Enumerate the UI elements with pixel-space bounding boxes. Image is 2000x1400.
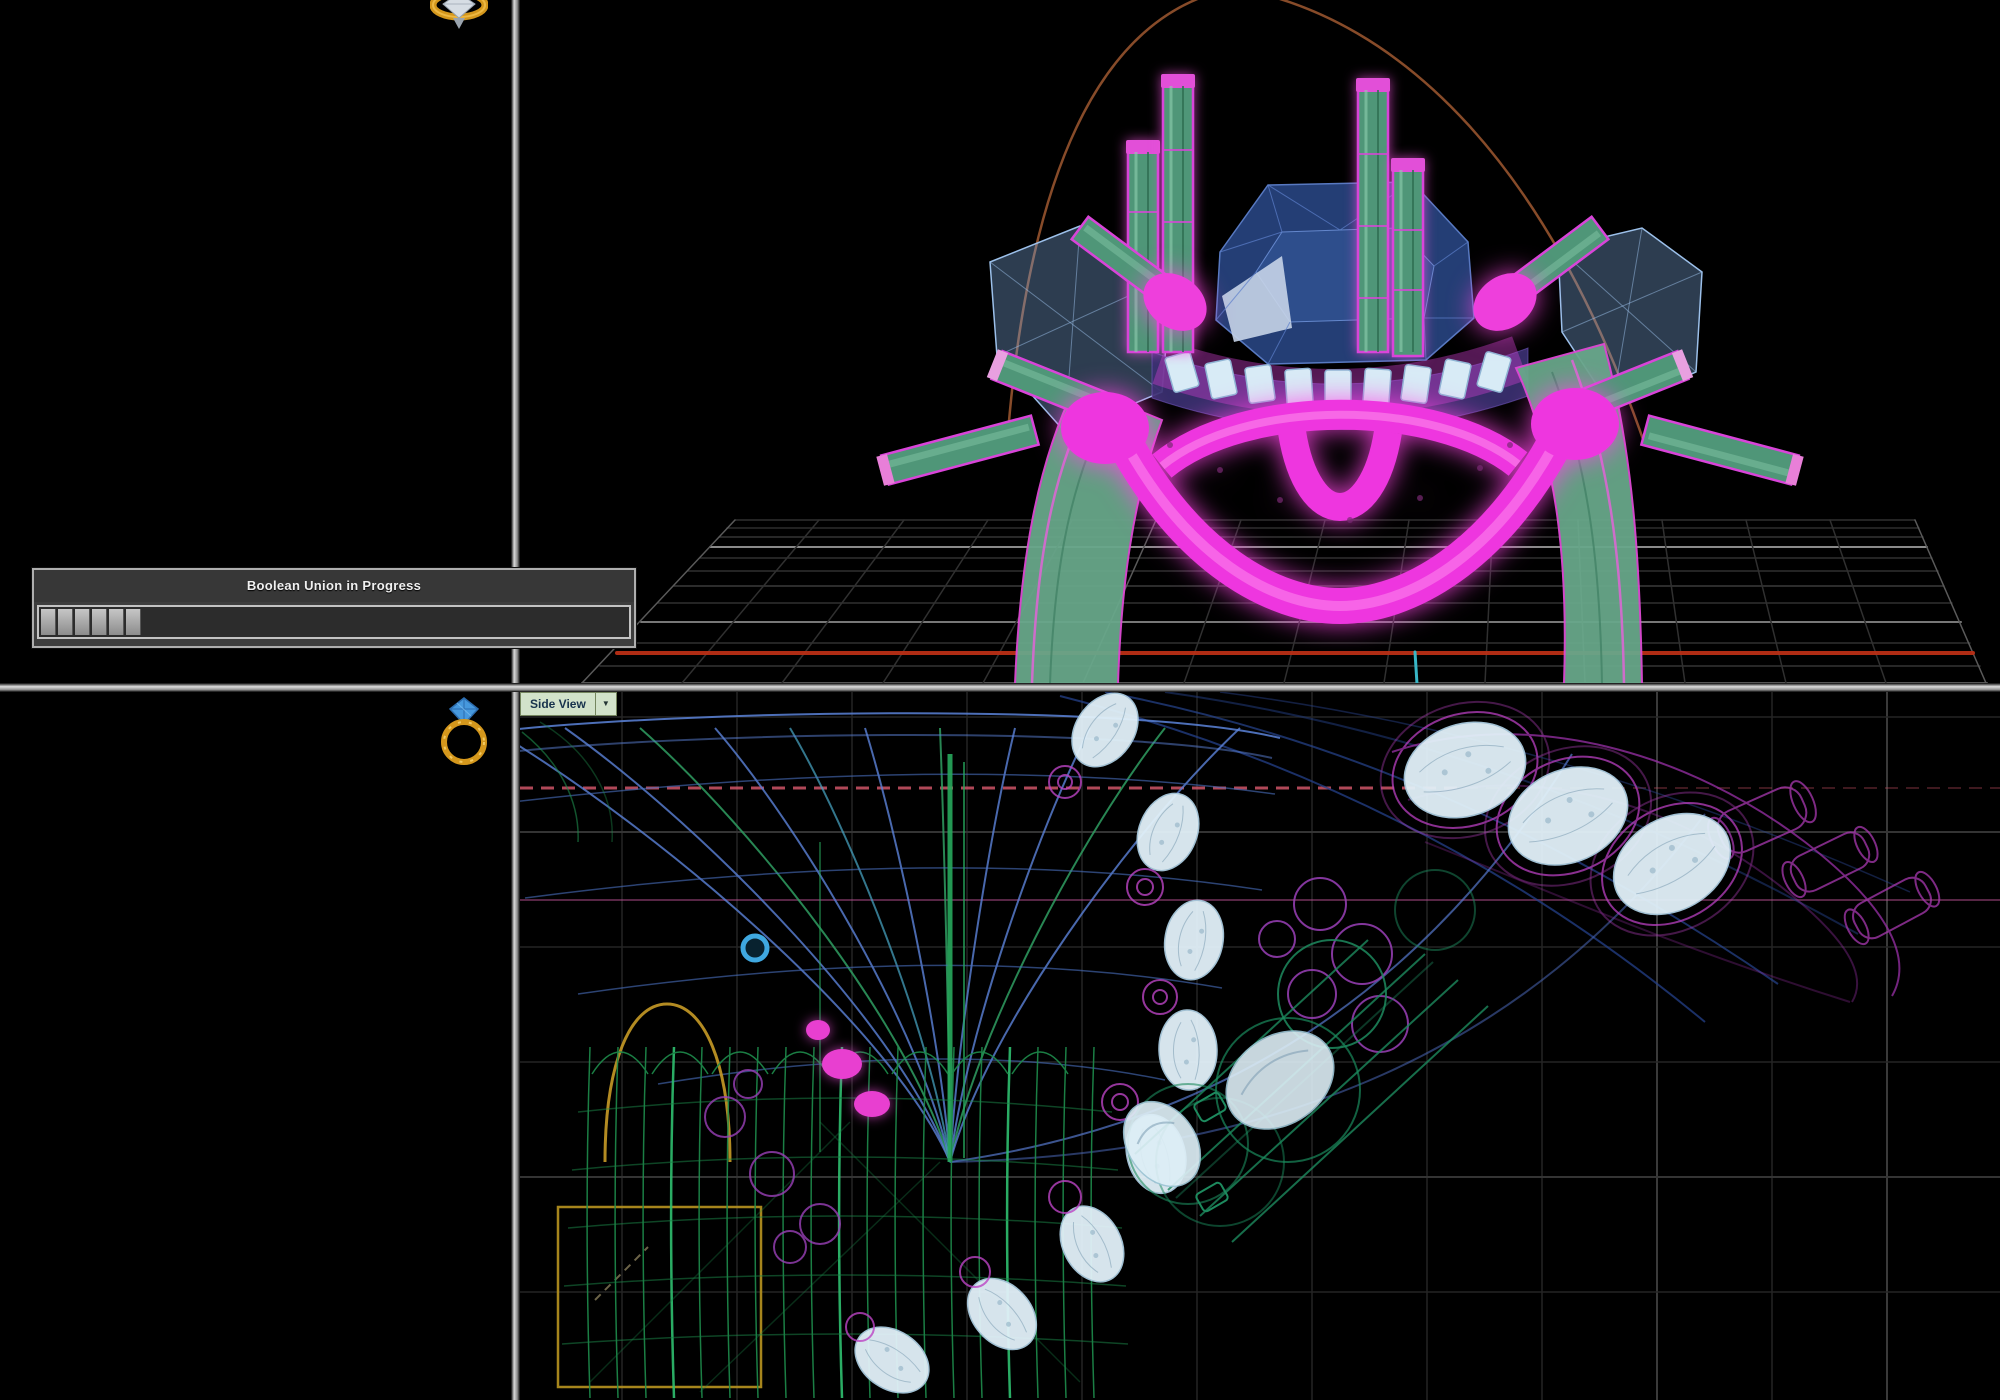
viewport-divider-vertical[interactable] bbox=[511, 0, 520, 1400]
perspective-ring-wireframe bbox=[520, 0, 2000, 684]
progress-dialog-title: Boolean Union in Progress bbox=[34, 570, 634, 602]
center-gem bbox=[1216, 182, 1474, 364]
cad-workspace: Side View ▼ bbox=[0, 0, 2000, 1400]
viewport-side-view[interactable]: Side View ▼ bbox=[520, 692, 2000, 1400]
gold-ring-top-icon bbox=[430, 0, 488, 32]
progress-segment bbox=[92, 609, 107, 635]
progress-bar bbox=[37, 605, 631, 639]
viewport-perspective[interactable] bbox=[520, 0, 2000, 684]
viewport-label-text[interactable]: Side View bbox=[521, 693, 595, 715]
side-ring-wireframe bbox=[520, 692, 2000, 1400]
progress-segment bbox=[109, 609, 124, 635]
progress-segment bbox=[58, 609, 73, 635]
viewport-divider-horizontal[interactable] bbox=[0, 683, 2000, 692]
progress-segment bbox=[41, 609, 56, 635]
progress-segment bbox=[126, 609, 141, 635]
cyan-axis-tick bbox=[1415, 652, 1417, 684]
gold-ring-icon bbox=[437, 697, 491, 767]
viewport-label[interactable]: Side View ▼ bbox=[520, 692, 617, 716]
viewport-bottom-left[interactable] bbox=[0, 692, 512, 1400]
green-prong-mesh bbox=[562, 1047, 1128, 1398]
progress-segment bbox=[75, 609, 90, 635]
chevron-down-icon[interactable]: ▼ bbox=[595, 693, 616, 715]
cyan-ring-marker bbox=[743, 936, 767, 960]
three-stone-cluster bbox=[1259, 692, 1944, 1052]
progress-dialog: Boolean Union in Progress bbox=[32, 568, 636, 648]
